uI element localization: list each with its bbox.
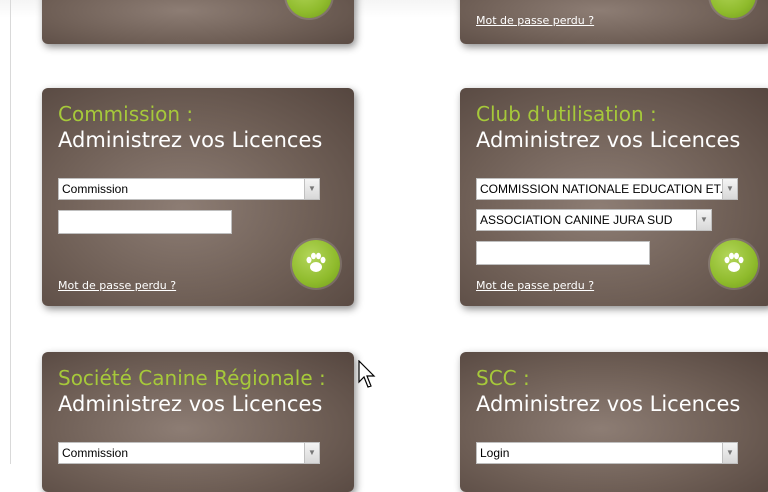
- card-subtitle: Administrez vos Licences: [58, 128, 323, 152]
- chevron-down-icon[interactable]: ▼: [722, 443, 737, 463]
- select-value: Login: [480, 446, 510, 460]
- forgot-password-link[interactable]: Mot de passe perdu ?: [476, 14, 594, 27]
- club-select[interactable]: ASSOCIATION CANINE JURA SUD ▼: [476, 209, 712, 231]
- login-button[interactable]: [292, 240, 340, 288]
- forgot-password-link[interactable]: Mot de passe perdu ?: [58, 279, 176, 292]
- paw-icon: [306, 252, 326, 272]
- card-commission: Commission : Administrez vos Licences Co…: [42, 88, 354, 306]
- select-value: Commission: [62, 182, 129, 196]
- select-value: ASSOCIATION CANINE JURA SUD: [480, 213, 673, 227]
- password-field[interactable]: [58, 210, 232, 234]
- card-subtitle: Administrez vos Licences: [476, 392, 741, 416]
- commission-select[interactable]: Commission ▼: [58, 442, 320, 464]
- forgot-password-link[interactable]: Mot de passe perdu ?: [476, 279, 594, 292]
- login-select[interactable]: Login ▼: [476, 442, 738, 464]
- card-subtitle: Administrez vos Licences: [476, 128, 741, 152]
- left-border: [10, 0, 11, 464]
- chevron-down-icon[interactable]: ▼: [722, 179, 737, 199]
- select-value: COMMISSION NATIONALE EDUCATION ET...: [480, 182, 730, 196]
- chevron-down-icon[interactable]: ▼: [304, 443, 319, 463]
- card-subtitle: Administrez vos Licences: [58, 392, 323, 416]
- card-title: Société Canine Régionale :: [58, 366, 326, 390]
- select-value: Commission: [62, 446, 129, 460]
- card-title: SCC :: [476, 366, 530, 390]
- card-title: Club d'utilisation :: [476, 102, 657, 126]
- card-title: Commission :: [58, 102, 194, 126]
- login-button[interactable]: [710, 240, 758, 288]
- chevron-down-icon[interactable]: ▼: [696, 210, 711, 230]
- mouse-cursor-icon: [358, 360, 376, 388]
- login-button-top-left[interactable]: [286, 0, 332, 18]
- paw-icon: [724, 252, 744, 272]
- password-field[interactable]: •••: [476, 241, 650, 265]
- card-top-left: [42, 0, 354, 44]
- card-scc: SCC : Administrez vos Licences Login ▼: [460, 352, 768, 492]
- commission-select[interactable]: COMMISSION NATIONALE EDUCATION ET... ▼: [476, 178, 738, 200]
- commission-select[interactable]: Commission ▼: [58, 178, 320, 200]
- card-scr: Société Canine Régionale : Administrez v…: [42, 352, 354, 492]
- card-club: Club d'utilisation : Administrez vos Lic…: [460, 88, 768, 306]
- card-top-right: Mot de passe perdu ?: [460, 0, 768, 44]
- login-button-top-right[interactable]: [710, 0, 756, 18]
- chevron-down-icon[interactable]: ▼: [304, 179, 319, 199]
